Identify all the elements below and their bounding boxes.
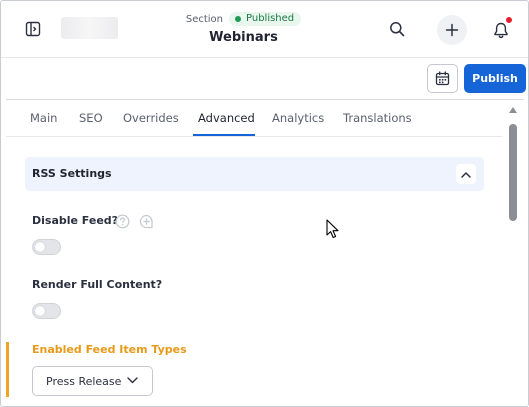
disable-feed-toggle[interactable] [32, 239, 61, 255]
tab-advanced[interactable]: Advanced [198, 111, 255, 125]
toggle-knob [35, 242, 45, 252]
scrollbar-thumb[interactable] [509, 124, 517, 221]
scroll-up-arrow-icon[interactable] [509, 107, 517, 113]
section-title: RSS Settings [32, 167, 112, 180]
render-full-content-label: Render Full Content? [32, 278, 163, 291]
tab-overrides[interactable]: Overrides [123, 111, 179, 125]
mouse-cursor-icon [326, 219, 339, 239]
tab-main[interactable]: Main [30, 111, 57, 125]
tab-seo[interactable]: SEO [79, 111, 103, 125]
tab-translations[interactable]: Translations [343, 111, 412, 125]
sidebar-toggle-icon [25, 21, 41, 37]
tab-analytics[interactable]: Analytics [272, 111, 324, 125]
vertical-scrollbar[interactable] [506, 100, 520, 404]
calendar-icon [435, 71, 450, 86]
rss-settings-section-header[interactable]: RSS Settings [25, 157, 484, 191]
add-button[interactable] [437, 15, 467, 45]
notifications-button[interactable] [488, 16, 514, 43]
top-header: Section Published Webinars [1, 1, 528, 58]
status-badge: Published [229, 12, 302, 26]
bell-icon [494, 22, 508, 38]
brand-logo-placeholder [61, 17, 118, 39]
chevron-down-icon [127, 377, 138, 384]
plus-icon [445, 23, 459, 37]
field-accent-bar [6, 342, 9, 397]
active-tab-indicator [193, 134, 255, 136]
collapse-section-button[interactable] [456, 164, 476, 184]
publish-button[interactable]: Publish [464, 64, 526, 93]
cms-editor-window: Section Published Webinars Publish Main … [0, 0, 529, 407]
selected-value: Press Release [46, 374, 122, 388]
help-button[interactable] [114, 213, 130, 229]
sidebar-toggle-button[interactable] [19, 15, 47, 43]
search-icon [390, 22, 405, 37]
section-label: Section [185, 13, 223, 25]
section-crumb: Section Published [151, 12, 336, 26]
chevron-up-icon [461, 171, 471, 178]
status-text: Published [246, 13, 295, 24]
question-circle-icon [115, 214, 129, 228]
feed-item-types-select[interactable]: Press Release [32, 366, 153, 396]
add-comment-button[interactable] [138, 213, 154, 229]
toggle-knob [35, 306, 45, 316]
render-full-content-toggle[interactable] [32, 303, 61, 319]
page-title-block: Section Published Webinars [151, 12, 336, 45]
schedule-button[interactable] [427, 64, 458, 93]
enabled-feed-item-types-label: Enabled Feed Item Types [32, 343, 187, 356]
search-button[interactable] [385, 17, 409, 41]
status-dot [235, 15, 241, 22]
notification-badge [505, 16, 513, 24]
page-title: Webinars [209, 30, 278, 45]
editor-panel: Main SEO Overrides Advanced Analytics Tr… [6, 99, 524, 404]
add-comment-icon [139, 214, 153, 228]
editor-tabs: Main SEO Overrides Advanced Analytics Tr… [6, 100, 502, 137]
disable-feed-label: Disable Feed? [32, 214, 119, 227]
